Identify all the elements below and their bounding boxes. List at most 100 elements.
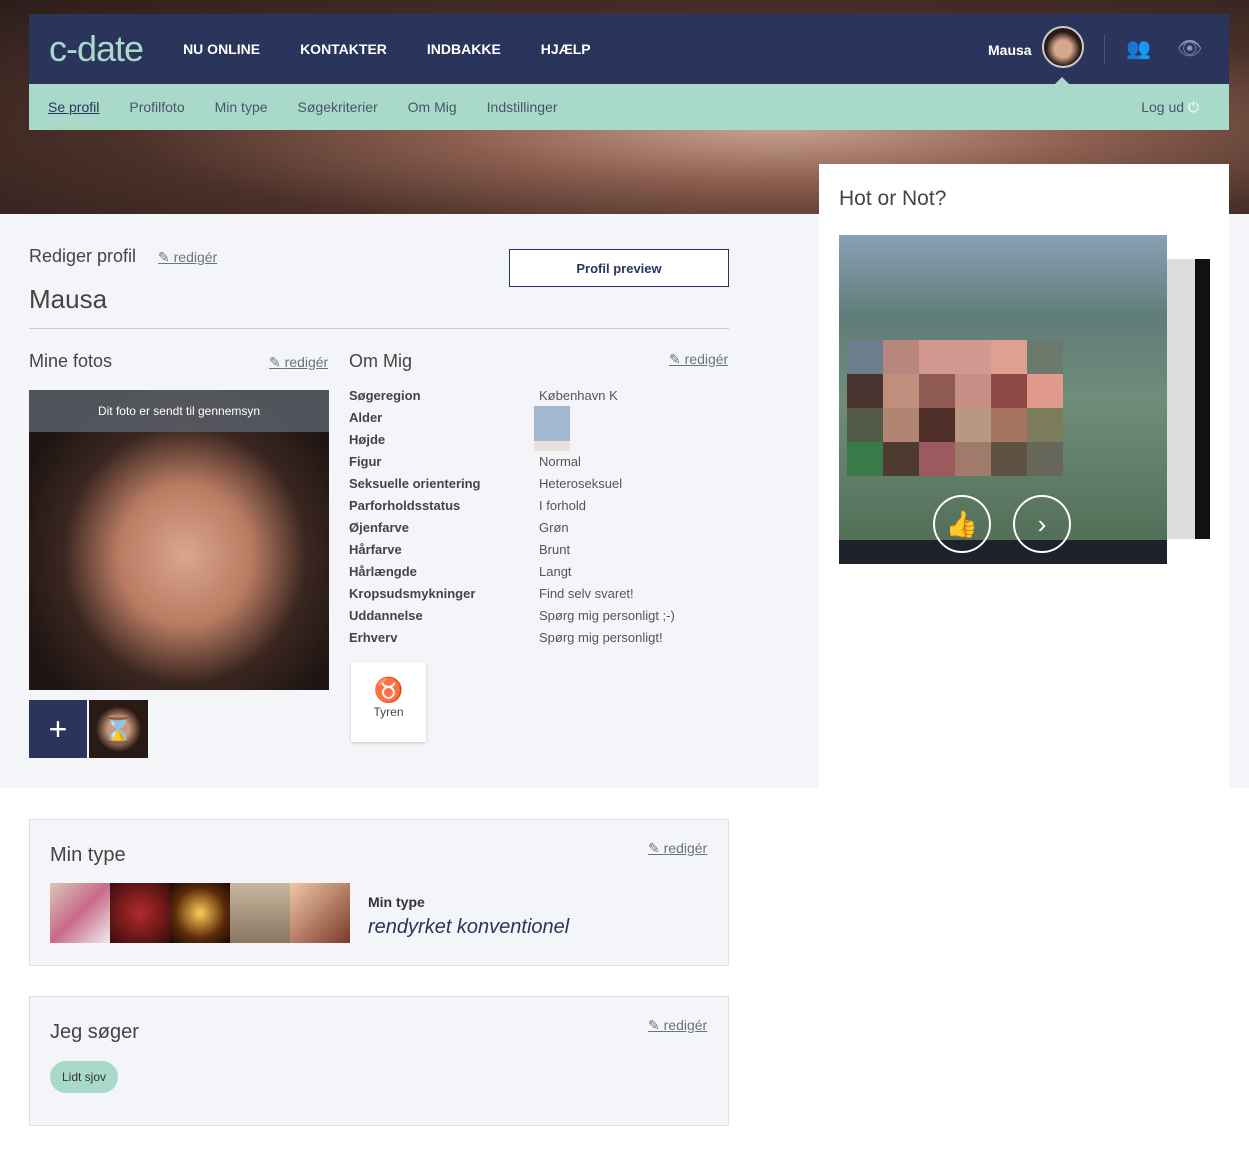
about-value: Heteroseksuel xyxy=(539,476,623,491)
min-type-value: rendyrket konventionel xyxy=(368,916,570,938)
about-label: Kropsudsmykninger xyxy=(349,586,476,601)
mosaic-tile xyxy=(919,340,955,374)
mosaic-tile xyxy=(847,374,883,408)
avatar[interactable] xyxy=(1042,26,1084,68)
nav-indbakke[interactable]: INDBAKKE xyxy=(427,41,501,57)
mosaic-tile xyxy=(883,340,919,374)
review-banner: Dit foto er sendt til gennemsyn xyxy=(29,390,329,432)
mosaic-tile xyxy=(955,408,991,442)
add-photo-button[interactable]: + xyxy=(29,700,87,758)
mosaic-tile xyxy=(1027,340,1063,374)
nav-nu-online[interactable]: NU ONLINE xyxy=(183,41,260,57)
taurus-icon: ♉ xyxy=(373,677,404,704)
divider xyxy=(1104,34,1105,64)
type-image xyxy=(170,883,230,943)
zodiac-label: Tyren xyxy=(373,705,404,719)
about-label: Øjenfarve xyxy=(349,520,409,535)
edit-min-type-link[interactable]: ✎ redigér xyxy=(648,840,707,857)
mosaic-tile xyxy=(883,408,919,442)
hot-heading: Hot or Not? xyxy=(839,187,947,210)
type-image xyxy=(290,883,350,943)
about-value: København K xyxy=(539,388,618,403)
subnav-indstillinger[interactable]: Indstillinger xyxy=(487,99,558,115)
subnav-se-profil[interactable]: Se profil xyxy=(48,99,99,115)
thumbs-up-icon[interactable]: 👍 xyxy=(933,495,991,553)
nav-kontakter[interactable]: KONTAKTER xyxy=(300,41,387,57)
about-label: Uddannelse xyxy=(349,608,423,623)
edit-about-link[interactable]: ✎ redigér xyxy=(669,351,728,368)
seeking-section: Jeg søger ✎ redigér Lidt sjov xyxy=(29,996,729,1126)
mosaic-tile xyxy=(847,340,883,374)
type-image xyxy=(50,883,110,943)
mosaic-tile xyxy=(1027,374,1063,408)
mosaic-tile xyxy=(919,408,955,442)
mosaic-tile xyxy=(919,374,955,408)
contacts-icon[interactable]: 👥 xyxy=(1126,36,1151,61)
mosaic-tile xyxy=(1027,408,1063,442)
mosaic-tile xyxy=(955,340,991,374)
subnav-om-mig[interactable]: Om Mig xyxy=(408,99,457,115)
min-type-heading: Min type xyxy=(50,844,126,866)
hourglass-icon: ⌛ xyxy=(102,713,135,744)
edit-profile-heading: Rediger profil xyxy=(29,246,137,266)
mosaic-tile xyxy=(1027,442,1063,476)
about-label: Hårfarve xyxy=(349,542,402,557)
about-value: Find selv svaret! xyxy=(539,586,634,601)
about-value: Brunt xyxy=(539,542,571,557)
top-nav: c-date NU ONLINE KONTAKTER INDBAKKE HJÆL… xyxy=(29,14,1229,84)
subnav-sogekriterier[interactable]: Søgekriterier xyxy=(298,99,378,115)
min-type-label: Min type xyxy=(368,894,425,910)
eye-icon[interactable]: 👁 xyxy=(1177,36,1202,61)
about-label: Figur xyxy=(349,454,382,469)
mosaic-tile xyxy=(847,442,883,476)
photos-heading: Mine fotos xyxy=(29,351,113,371)
min-type-section: Min type ✎ redigér Min type rendyrket ko… xyxy=(29,819,729,966)
hot-photo[interactable]: 👍 › xyxy=(839,235,1167,564)
mosaic-tile xyxy=(991,340,1027,374)
edit-seeking-link[interactable]: ✎ redigér xyxy=(648,1017,707,1034)
type-images xyxy=(50,883,350,943)
power-icon: ⏻ xyxy=(1187,99,1199,115)
seeking-tag: Lidt sjov xyxy=(50,1061,119,1093)
about-value: Spørg mig personligt ;-) xyxy=(539,608,675,623)
about-label: Seksuelle orientering xyxy=(349,476,481,491)
profile-photo[interactable]: Dit foto er sendt til gennemsyn xyxy=(29,390,329,690)
logout-button[interactable]: Log ud ⏻ xyxy=(1141,99,1199,116)
about-label: Erhverv xyxy=(349,630,398,645)
chevron-right-icon[interactable]: › xyxy=(1013,495,1071,553)
pixelated-face xyxy=(847,340,1063,476)
divider xyxy=(29,328,729,329)
profile-name: Mausa xyxy=(29,284,108,314)
mosaic-tile xyxy=(991,408,1027,442)
edit-profile-link[interactable]: ✎ redigér xyxy=(158,249,217,266)
logout-label: Log ud xyxy=(1141,99,1185,115)
photo-thumbnail-pending[interactable]: ⌛ xyxy=(89,700,148,758)
sub-nav: Se profil Profilfoto Min type Søgekriter… xyxy=(29,84,1229,130)
about-value: Grøn xyxy=(539,520,569,535)
about-label: Hårlængde xyxy=(349,564,417,579)
nav-hjaelp[interactable]: HJÆLP xyxy=(541,41,591,57)
mosaic-tile xyxy=(955,374,991,408)
profile-preview-button[interactable]: Profil preview xyxy=(509,249,729,287)
about-value: Langt xyxy=(539,564,572,579)
user-name[interactable]: Mausa xyxy=(988,42,1032,58)
zodiac-card: ♉ Tyren xyxy=(351,662,426,742)
mosaic-tile xyxy=(991,442,1027,476)
photo-footer xyxy=(839,540,1167,564)
subnav-min-type[interactable]: Min type xyxy=(215,99,268,115)
edit-label: redigér xyxy=(684,351,729,367)
mosaic-tile xyxy=(847,408,883,442)
logo[interactable]: c-date xyxy=(49,28,144,70)
subnav-profilfoto[interactable]: Profilfoto xyxy=(129,99,184,115)
mosaic-tile xyxy=(991,374,1027,408)
about-value: Spørg mig personligt! xyxy=(539,630,663,645)
edit-photos-link[interactable]: ✎ redigér xyxy=(269,354,328,371)
about-label: Søgeregion xyxy=(349,388,421,403)
about-heading: Om Mig xyxy=(349,351,412,371)
edit-label: redigér xyxy=(663,1017,708,1033)
type-image xyxy=(110,883,170,943)
edit-label: redigér xyxy=(284,354,329,370)
about-label: Parforholdsstatus xyxy=(349,498,461,513)
type-image xyxy=(230,883,290,943)
mosaic-tile xyxy=(883,374,919,408)
